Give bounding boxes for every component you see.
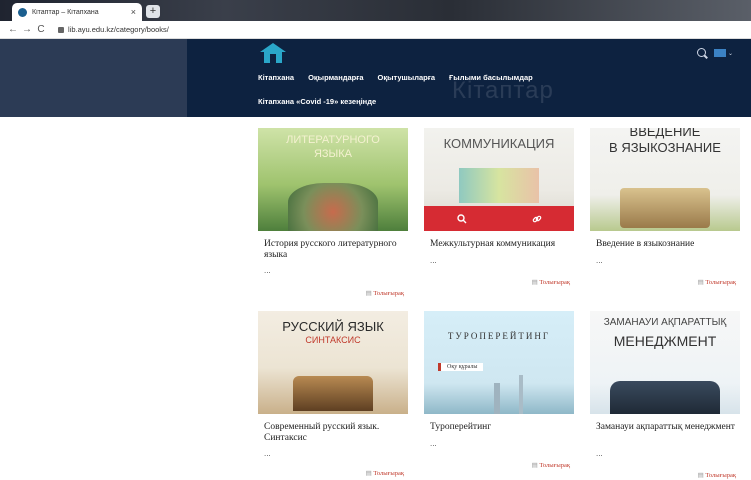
hover-action-bar (424, 206, 574, 231)
book-title[interactable]: Заманауи ақпараттық менеджмент (596, 422, 736, 433)
read-more-link[interactable]: Толығырақ (532, 278, 570, 286)
book-card[interactable]: ВВЕДЕНИЕ В ЯЗЫКОЗНАНИЕ Введение в языкоз… (590, 128, 740, 303)
book-cover[interactable]: ЛИТЕРАТУРНОГО ЯЗЫКА (258, 128, 408, 231)
book-title[interactable]: История русского литературного языка (264, 239, 404, 261)
read-more-link[interactable]: Толығырақ (532, 461, 570, 469)
book-cover[interactable]: ЗАМАНАУИ АҚПАРАТТЫҚ МЕНЕДЖМЕНТ (590, 311, 740, 414)
cover-title: ТУРОПЕРЕЙТИНГ (447, 331, 551, 341)
forward-button[interactable]: → (20, 24, 34, 35)
page: Кітаптар – Кітапхана × + ← → C lib.ayu.e… (0, 0, 751, 480)
book-card[interactable]: ЗАМАНАУИ АҚПАРАТТЫҚ МЕНЕДЖМЕНТ Заманауи … (590, 311, 740, 480)
nav-item-covid[interactable]: Кітапхана «Covid -19» кезеңінде (258, 97, 376, 106)
cover-subtitle: Оқу құралы (438, 363, 484, 371)
search-icon[interactable] (424, 206, 499, 231)
browser-tab[interactable]: Кітаптар – Кітапхана × (12, 3, 142, 21)
book-excerpt: ... (264, 266, 271, 275)
link-icon[interactable] (499, 206, 574, 231)
main-nav: Кітапхана Оқырмандарға Оқытушыларға Ғылы… (258, 73, 533, 82)
read-more-link[interactable]: Толығырақ (698, 278, 736, 286)
cover-title: МЕНЕДЖМЕНТ (613, 333, 717, 349)
cover-title: В ЯЗЫКОЗНАНИЕ (609, 140, 721, 155)
browser-toolbar: ← → C lib.ayu.edu.kz/category/books/ (0, 21, 751, 39)
book-title[interactable]: Туроперейтинг (430, 422, 570, 433)
read-more-link[interactable]: Толығырақ (366, 469, 404, 477)
read-more-link[interactable]: Толығырақ (698, 471, 736, 479)
tab-close-icon[interactable]: × (131, 7, 136, 17)
nav-item-library[interactable]: Кітапхана (258, 73, 294, 82)
book-cover[interactable]: ВВЕДЕНИЕ В ЯЗЫКОЗНАНИЕ (590, 128, 740, 231)
chevron-down-icon: ⌄ (728, 50, 734, 57)
cover-title: ЯЗЫКА (313, 148, 353, 160)
nav-item-readers[interactable]: Оқырмандарға (308, 73, 363, 82)
lock-icon (58, 26, 64, 33)
book-cover[interactable]: РУССКИЙ ЯЗЫК СИНТАКСИС (258, 311, 408, 414)
cover-title: СИНТАКСИС (305, 335, 361, 345)
book-excerpt: ... (264, 449, 271, 458)
book-excerpt: ... (430, 256, 437, 265)
site-favicon-icon (18, 7, 27, 17)
book-excerpt: ... (596, 256, 603, 265)
search-icon[interactable] (697, 48, 706, 57)
cover-title: ЗАМАНАУИ АҚПАРАТТЫҚ (603, 317, 727, 328)
cover-title: ВВЕДЕНИЕ (629, 128, 701, 139)
read-more-link[interactable]: Толығырақ (366, 289, 404, 297)
cover-title: РУССКИЙ ЯЗЫК (282, 319, 384, 334)
address-bar[interactable]: lib.ayu.edu.kz/category/books/ (68, 25, 169, 34)
cover-title: КОММУНИКАЦИЯ (443, 136, 555, 151)
header-left-panel (0, 39, 187, 117)
book-title[interactable]: Межкультурная коммуникация (430, 239, 570, 250)
book-excerpt: ... (596, 449, 603, 458)
nav-item-teachers[interactable]: Оқытушыларға (378, 73, 436, 82)
tab-title: Кітаптар – Кітапхана (32, 8, 99, 16)
book-card[interactable]: РУССКИЙ ЯЗЫК СИНТАКСИС Современный русск… (258, 311, 408, 480)
book-excerpt: ... (430, 439, 437, 448)
site-header: Кітаптар Кітапхана Оқырмандарға Оқытушыл… (0, 39, 751, 117)
reload-button[interactable]: C (34, 24, 48, 35)
language-switcher[interactable]: ⌄ (714, 48, 736, 58)
new-tab-button[interactable]: + (146, 5, 160, 18)
site-logo-icon[interactable] (260, 43, 286, 63)
nav-item-publications[interactable]: Ғылыми басылымдар (449, 73, 533, 82)
book-card[interactable]: КОММУНИКАЦИЯ Межкультурная коммуникация … (424, 128, 574, 303)
cover-title: ЛИТЕРАТУРНОГО (286, 134, 380, 146)
book-card[interactable]: ТУРОПЕРЕЙТИНГ Оқу құралы Туроперейтинг .… (424, 311, 574, 480)
book-title[interactable]: Введение в языкознание (596, 239, 736, 250)
book-cover[interactable]: ТУРОПЕРЕЙТИНГ Оқу құралы (424, 311, 574, 414)
browser-tab-bar: Кітаптар – Кітапхана × + (0, 0, 751, 21)
flag-icon (714, 49, 726, 57)
back-button[interactable]: ← (6, 24, 20, 35)
book-title[interactable]: Современный русский язык. Синтаксис (264, 422, 404, 444)
book-card[interactable]: ЛИТЕРАТУРНОГО ЯЗЫКА История русского лит… (258, 128, 408, 303)
